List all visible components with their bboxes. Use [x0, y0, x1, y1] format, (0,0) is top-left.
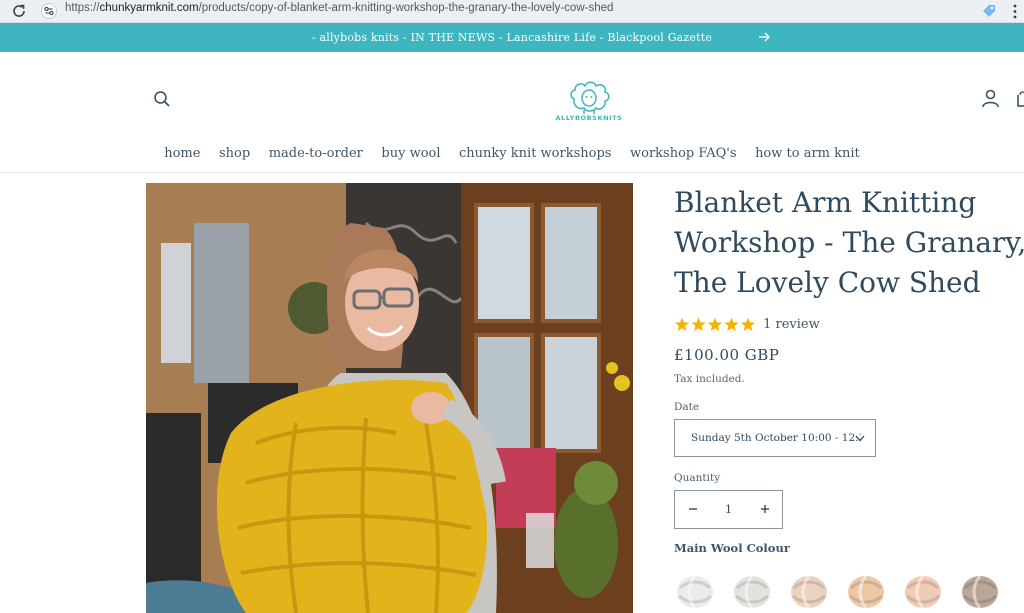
- product-title: Blanket Arm Knitting Workshop - The Gran…: [674, 183, 1024, 303]
- announcement-bar[interactable]: - allybobs knits - IN THE NEWS - Lancash…: [0, 23, 1024, 52]
- quantity-label: Quantity: [674, 472, 721, 484]
- wool-swatch-taupe[interactable]: [959, 568, 1001, 613]
- star-icon: [707, 317, 723, 331]
- plus-icon[interactable]: [757, 501, 773, 517]
- site-info-icon[interactable]: [41, 2, 57, 20]
- cart-icon[interactable]: [1016, 90, 1024, 108]
- product-price: £100.00 GBP: [674, 346, 780, 364]
- wool-swatch-peach[interactable]: [845, 568, 887, 613]
- reload-icon[interactable]: [11, 3, 27, 19]
- wool-swatch-white[interactable]: [674, 568, 716, 613]
- browser-address-bar: https://chunkyarmknit.com/products/copy-…: [0, 0, 1024, 23]
- url-field[interactable]: https://chunkyarmknit.com/products/copy-…: [65, 2, 613, 14]
- product-rating[interactable]: 1 review: [674, 314, 820, 334]
- wool-colour-swatches: [674, 568, 1024, 613]
- product-title-line-1: Blanket Arm Knitting: [674, 186, 977, 219]
- nav-made-to-order[interactable]: made-to-order: [269, 146, 363, 161]
- product-title-line-3: The Lovely Cow Shed: [674, 266, 981, 299]
- nav-buy-wool[interactable]: buy wool: [381, 146, 440, 161]
- chevron-down-icon: [855, 435, 865, 442]
- nav-chunky-knit-workshops[interactable]: chunky knit workshops: [459, 146, 611, 161]
- review-count[interactable]: 1 review: [763, 317, 820, 332]
- wool-colour-heading: Main Wool Colour: [674, 541, 790, 555]
- menu-dots-icon[interactable]: [1013, 4, 1017, 19]
- url-path: /products/copy-of-blanket-arm-knitting-w…: [198, 2, 614, 14]
- star-icon: [724, 317, 739, 331]
- header-divider: [0, 172, 1024, 173]
- star-icon: [674, 317, 690, 331]
- wool-swatch-blush[interactable]: [902, 568, 944, 613]
- announcement-text[interactable]: - allybobs knits - IN THE NEWS - Lancash…: [0, 31, 1024, 44]
- nav-how-to-arm-knit[interactable]: how to arm knit: [755, 146, 860, 161]
- quantity-stepper: 1: [674, 490, 783, 529]
- arrow-right-icon: [759, 32, 770, 42]
- date-select-value: Sunday 5th October 10:00 - 12:30: [691, 432, 861, 444]
- wool-swatch-off-white[interactable]: [731, 568, 773, 613]
- search-icon[interactable]: [153, 90, 171, 108]
- date-label: Date: [674, 401, 700, 413]
- date-select[interactable]: Sunday 5th October 10:00 - 12:30: [674, 419, 876, 457]
- wool-swatch-oatmeal[interactable]: [788, 568, 830, 613]
- url-prefix: https://: [65, 2, 100, 14]
- nav-workshop-faqs[interactable]: workshop FAQ's: [630, 146, 737, 161]
- url-host: chunkyarmknit.com: [99, 2, 199, 14]
- account-icon[interactable]: [982, 89, 999, 108]
- tax-note: Tax included.: [674, 373, 745, 385]
- main-nav: home shop made-to-order buy wool chunky …: [0, 146, 1024, 161]
- star-icon: [740, 317, 756, 331]
- nav-home[interactable]: home: [164, 146, 200, 161]
- logo-text: ALLYBOBSKNITS: [555, 114, 623, 122]
- star-icon: [691, 317, 706, 331]
- nav-shop[interactable]: shop: [219, 146, 250, 161]
- tag-extension-icon[interactable]: [981, 3, 997, 19]
- product-photo[interactable]: [146, 183, 633, 613]
- product-title-line-2: Workshop - The Granary,: [674, 226, 1024, 259]
- rating-stars-icon: [674, 317, 756, 331]
